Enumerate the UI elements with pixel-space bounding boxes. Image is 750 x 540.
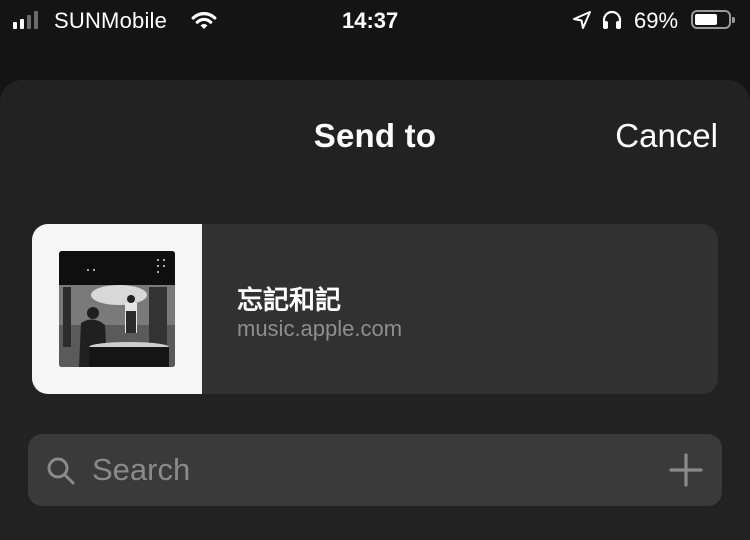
battery-percentage: 69% <box>634 8 679 33</box>
shared-item-url: music.apple.com <box>237 316 403 341</box>
link-thumbnail <box>32 224 202 394</box>
plus-icon[interactable] <box>668 452 704 493</box>
cancel-button[interactable]: Cancel <box>615 117 718 155</box>
status-bar: SUNMobile 14:37 69% <box>0 0 750 44</box>
cellular-signal-icon <box>13 11 38 29</box>
headphones-icon <box>601 9 623 36</box>
search-field[interactable]: Search <box>28 434 722 506</box>
search-icon <box>46 456 76 491</box>
shared-item-title: 忘記和記 <box>237 286 342 316</box>
shared-link-preview: 忘記和記 music.apple.com <box>32 224 718 394</box>
battery-level-fill <box>695 14 717 25</box>
location-arrow-icon <box>572 10 592 35</box>
carrier-name: SUNMobile <box>54 8 168 33</box>
album-artwork-image <box>59 251 175 367</box>
clock: 14:37 <box>342 8 399 33</box>
battery-icon <box>691 10 735 29</box>
search-input[interactable]: Search <box>92 452 190 488</box>
share-sheet: Send to Cancel 忘記和記 music.apple.com Sear… <box>0 80 750 540</box>
wifi-icon <box>190 9 218 36</box>
